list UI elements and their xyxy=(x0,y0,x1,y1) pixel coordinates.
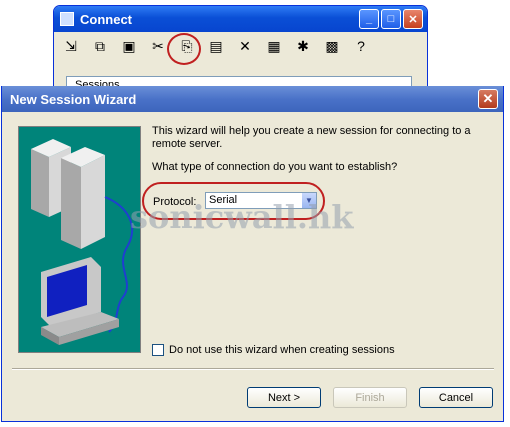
connect-titlebar: Connect _ □ ✕ xyxy=(54,6,427,32)
cut-icon[interactable]: ✂ xyxy=(147,35,169,57)
network-illustration xyxy=(31,139,133,345)
skip-wizard-checkbox-row[interactable]: Do not use this wizard when creating ses… xyxy=(152,344,395,356)
new-session-icon[interactable]: ▣ xyxy=(118,35,140,57)
divider xyxy=(12,368,494,370)
connect-toolbar: ⇲ ⧉ ▣ ✂ ⎘ ▤ ✕ ▦ ✱ ▩ ? xyxy=(54,32,427,60)
finish-button[interactable]: Finish xyxy=(333,387,407,408)
wizard-title: New Session Wizard xyxy=(10,91,137,107)
server-icon xyxy=(31,139,105,249)
next-button[interactable]: Next > xyxy=(247,387,321,408)
wizard-titlebar: New Session Wizard ✕ xyxy=(2,86,503,112)
skip-wizard-checkbox[interactable] xyxy=(152,344,164,356)
highlight-circle xyxy=(167,33,201,65)
cable-icon xyxy=(104,196,133,333)
paste-icon[interactable]: ▤ xyxy=(205,35,227,57)
new-session-wizard: New Session Wizard ✕ This wizard will he… xyxy=(1,86,504,422)
wizard-question-text: What type of connection do you want to e… xyxy=(152,161,398,173)
connect-tab-icon[interactable]: ⧉ xyxy=(89,35,111,57)
wizard-close-button[interactable]: ✕ xyxy=(478,89,498,109)
minimize-button[interactable]: _ xyxy=(359,9,379,29)
watermark: sonicwall.hk xyxy=(130,198,354,236)
delete-icon[interactable]: ✕ xyxy=(234,35,256,57)
new-folder-icon[interactable]: ✱ xyxy=(292,35,314,57)
desktop-shortcut-icon[interactable]: ▩ xyxy=(321,35,343,57)
connect-window: Connect _ □ ✕ ⇲ ⧉ ▣ ✂ ⎘ ▤ ✕ ▦ ✱ ▩ ? Sess… xyxy=(53,5,428,89)
connect-title: Connect xyxy=(80,11,132,27)
properties-icon[interactable]: ▦ xyxy=(263,35,285,57)
cancel-button[interactable]: Cancel xyxy=(419,387,493,408)
skip-wizard-label: Do not use this wizard when creating ses… xyxy=(169,344,395,356)
app-icon xyxy=(60,12,74,26)
quick-connect-icon[interactable]: ⇲ xyxy=(60,35,82,57)
help-icon[interactable]: ? xyxy=(350,35,372,57)
wizard-intro-text: This wizard will help you create a new s… xyxy=(152,125,471,150)
connect-close-button[interactable]: ✕ xyxy=(403,9,423,29)
computer-icon xyxy=(41,257,119,345)
maximize-button[interactable]: □ xyxy=(381,9,401,29)
wizard-illustration xyxy=(18,126,141,353)
